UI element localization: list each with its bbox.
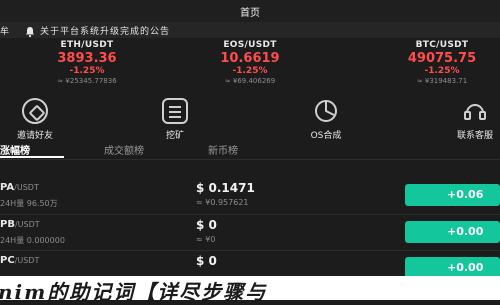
ticker-name: EOS/USDT: [223, 40, 277, 50]
ticker-change: -1.25%: [424, 66, 460, 76]
price-text: $ 0.1471: [196, 181, 255, 195]
ticker-change: -1.25%: [232, 66, 268, 76]
divider: [0, 159, 500, 160]
announcement-bar[interactable]: 牟 关于平台系统升级完成的公告: [0, 22, 500, 38]
ticker-cny: ≈ ¥319483.71: [416, 77, 468, 85]
page-title: 首页: [240, 8, 260, 19]
list-item[interactable]: PB/USDT 24H量 0.000000 $ 0 ≈ ¥0 +0.00: [0, 215, 500, 253]
list-item[interactable]: PA/USDT 24H量 96.50万 $ 0.1471 ≈ ¥0.957621…: [0, 178, 500, 216]
banner-text: nim的助记词【详尽步骤与: [0, 280, 268, 304]
ticker-eth[interactable]: ETH/USDT 3893.36 -1.25% ≈ ¥25345.77836: [17, 40, 157, 85]
menu-support[interactable]: 联系客服: [420, 98, 500, 141]
ranking-tabs: 涨幅榜 成交额榜 新币榜: [0, 138, 500, 158]
announcement-text: 关于平台系统升级完成的公告: [40, 27, 171, 37]
volume-text: 24H量 0.000000: [0, 236, 65, 245]
announcement-prefix: 牟: [0, 27, 10, 37]
pair-name: PB/USDT: [0, 219, 40, 230]
pair-name: PC/USDT: [0, 255, 40, 266]
overlay-banner: nim的助记词【详尽步骤与: [0, 276, 500, 304]
synthesis-icon: [313, 98, 339, 124]
pair-name: PA/USDT: [0, 182, 39, 193]
ticker-eos[interactable]: EOS/USDT 10.6619 -1.25% ≈ ¥69.406269: [180, 40, 320, 85]
ticker-name: BTC/USDT: [415, 40, 469, 50]
ticker-change: -1.25%: [69, 66, 105, 76]
ticker-price: 49075.75: [407, 51, 477, 66]
tab-underline: [0, 156, 64, 158]
tab-volume[interactable]: 成交额榜: [104, 142, 144, 157]
support-icon: [462, 98, 488, 124]
volume-text: 24H量 96.50万: [0, 199, 58, 208]
ticker-cny: ≈ ¥69.406269: [224, 77, 276, 85]
cny-text: ≈ ¥0.957621: [196, 198, 249, 207]
ticker-price: 3893.36: [57, 51, 117, 66]
bell-icon: [24, 23, 36, 38]
ticker-btc[interactable]: BTC/USDT 49075.75 -1.25% ≈ ¥319483.71: [372, 40, 500, 85]
menu-invite[interactable]: 邀请好友: [0, 98, 90, 141]
change-button[interactable]: +0.06: [405, 184, 500, 206]
change-button[interactable]: +0.00: [405, 221, 500, 243]
invite-icon: [22, 98, 48, 124]
cny-text: ≈ ¥0: [196, 235, 216, 244]
price-text: $ 0: [196, 254, 217, 268]
ticker-name: ETH/USDT: [60, 40, 114, 50]
mining-icon: [162, 98, 188, 124]
tab-new-coins[interactable]: 新币榜: [208, 142, 238, 157]
tab-gainers[interactable]: 涨幅榜: [0, 142, 30, 157]
menu-mining[interactable]: 挖矿: [120, 98, 230, 141]
top-bar: 首页: [0, 0, 500, 22]
ticker-cny: ≈ ¥25345.77836: [57, 77, 117, 85]
ticker-price: 10.6619: [220, 51, 280, 66]
price-text: $ 0: [196, 218, 217, 232]
menu-synthesis[interactable]: OS合成: [271, 98, 381, 141]
